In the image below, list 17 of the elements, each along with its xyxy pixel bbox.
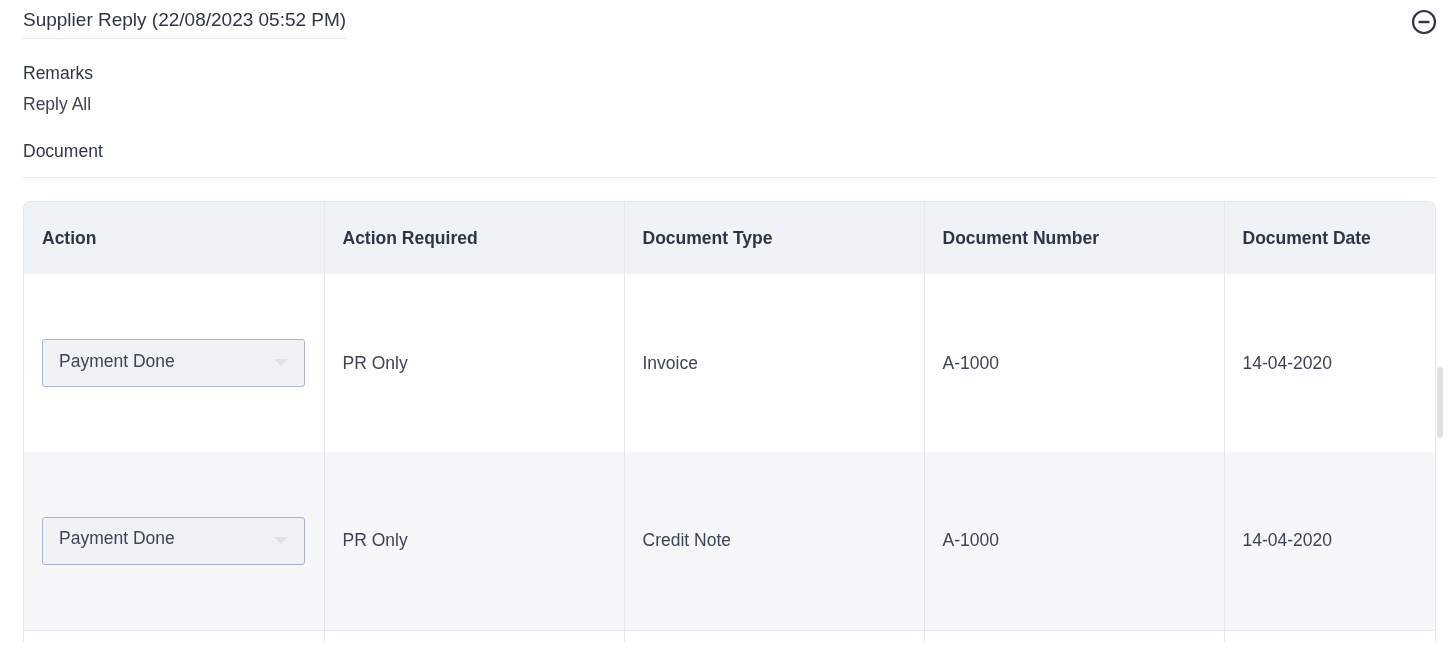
action-dropdown[interactable]: Payment Done (42, 339, 305, 387)
section-title: Supplier Reply (22/08/2023 05:52 PM) (23, 9, 347, 39)
table-cell: 14-04-2020 (1224, 452, 1435, 630)
scrollbar-thumb[interactable] (1437, 367, 1443, 438)
table-cell: Credit Note (624, 452, 924, 630)
table-cell: A-1000 (924, 452, 1224, 630)
column-header: Document Date (1224, 202, 1435, 274)
action-dropdown[interactable]: Payment Done (42, 516, 305, 565)
column-header: Document Type (624, 202, 924, 274)
remarks-label: Remarks (23, 63, 94, 84)
column-header: Action Required (324, 202, 624, 274)
table-cell: PR Only (324, 452, 624, 630)
column-header: Document Number (924, 202, 1224, 274)
collapse-icon[interactable] (1411, 9, 1437, 35)
document-heading: Document (23, 141, 104, 162)
remarks-value: Reply All (23, 94, 93, 115)
column-header: Action (24, 202, 324, 274)
